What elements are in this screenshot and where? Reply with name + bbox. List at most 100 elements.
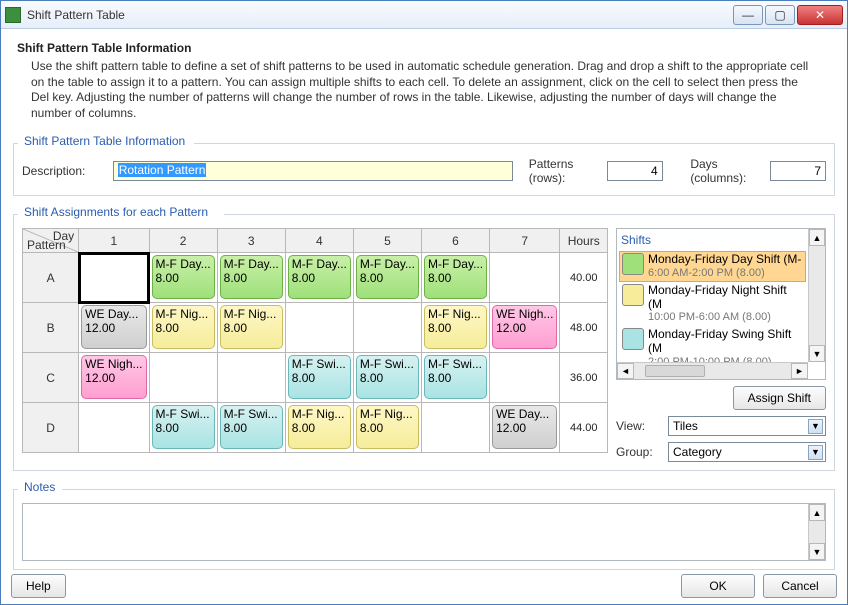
ok-button[interactable]: OK bbox=[681, 574, 755, 598]
shift-list-item[interactable]: Monday-Friday Night Shift (M10:00 PM-6:0… bbox=[619, 282, 806, 326]
grid-cell[interactable] bbox=[79, 253, 149, 303]
grid-cell[interactable]: M-F Day...8.00 bbox=[217, 253, 285, 303]
view-combobox[interactable]: Tiles ▼ bbox=[668, 416, 826, 436]
table-row: CWE Nigh...12.00M-F Swi...8.00M-F Swi...… bbox=[23, 353, 608, 403]
grid-cell[interactable] bbox=[285, 303, 353, 353]
help-button[interactable]: Help bbox=[11, 574, 66, 598]
window-title: Shift Pattern Table bbox=[27, 8, 733, 22]
grid-cell[interactable]: WE Nigh...12.00 bbox=[490, 303, 560, 353]
grid-cell[interactable]: M-F Day...8.00 bbox=[421, 253, 489, 303]
grid-cell[interactable]: M-F Nig...8.00 bbox=[353, 403, 421, 453]
shift-chip[interactable]: M-F Swi...8.00 bbox=[220, 405, 283, 449]
days-input[interactable] bbox=[770, 161, 826, 181]
close-icon: ✕ bbox=[815, 8, 825, 22]
shift-chip[interactable]: M-F Nig...8.00 bbox=[356, 405, 419, 449]
group-combobox[interactable]: Category ▼ bbox=[668, 442, 826, 462]
close-button[interactable]: ✕ bbox=[797, 5, 843, 25]
scroll-left-icon[interactable]: ◄ bbox=[617, 363, 634, 379]
grid-cell[interactable] bbox=[79, 403, 149, 453]
shift-chip[interactable]: WE Nigh...12.00 bbox=[492, 305, 557, 349]
grid-cell[interactable]: WE Nigh...12.00 bbox=[79, 353, 149, 403]
row-hours: 40.00 bbox=[560, 253, 608, 303]
grid-cell[interactable] bbox=[490, 353, 560, 403]
shifts-horizontal-scrollbar[interactable]: ◄ ► bbox=[617, 362, 808, 379]
app-icon bbox=[5, 7, 21, 23]
patterns-input[interactable] bbox=[607, 161, 663, 181]
grid-cell[interactable]: M-F Nig...8.00 bbox=[217, 303, 285, 353]
shift-chip[interactable]: M-F Day...8.00 bbox=[424, 255, 487, 299]
shift-chip[interactable]: WE Nigh...12.00 bbox=[81, 355, 146, 399]
scroll-thumb[interactable] bbox=[645, 365, 705, 377]
shift-chip[interactable]: M-F Day...8.00 bbox=[288, 255, 351, 299]
grid-cell[interactable]: M-F Swi...8.00 bbox=[217, 403, 285, 453]
shift-chip-hours: 12.00 bbox=[496, 321, 526, 335]
shift-list-item[interactable]: Monday-Friday Swing Shift (M2:00 PM-10:0… bbox=[619, 326, 806, 362]
scroll-up-icon[interactable]: ▲ bbox=[809, 504, 825, 521]
day-header: 4 bbox=[285, 229, 353, 253]
shift-chip-hours: 8.00 bbox=[360, 371, 383, 385]
description-label: Description: bbox=[22, 164, 105, 178]
shift-chip[interactable]: M-F Swi...8.00 bbox=[356, 355, 419, 399]
shift-chip[interactable]: M-F Day...8.00 bbox=[356, 255, 419, 299]
shift-chip-hours: 8.00 bbox=[360, 271, 383, 285]
grid-cell[interactable]: WE Day...12.00 bbox=[490, 403, 560, 453]
minimize-button[interactable]: — bbox=[733, 5, 763, 25]
notes-textarea[interactable]: ▲ ▼ bbox=[22, 503, 826, 561]
grid-cell[interactable] bbox=[490, 253, 560, 303]
shift-chip-hours: 12.00 bbox=[85, 321, 115, 335]
shift-chip[interactable]: M-F Swi...8.00 bbox=[288, 355, 351, 399]
grid-cell[interactable] bbox=[217, 353, 285, 403]
titlebar[interactable]: Shift Pattern Table — ▢ ✕ bbox=[1, 1, 847, 29]
shifts-vertical-scrollbar[interactable]: ▲ ▼ bbox=[808, 229, 825, 362]
corner-pattern-label: Pattern bbox=[27, 238, 66, 252]
chevron-down-icon: ▼ bbox=[808, 419, 823, 434]
grid-cell[interactable]: M-F Day...8.00 bbox=[285, 253, 353, 303]
shift-chip[interactable]: M-F Nig...8.00 bbox=[424, 305, 487, 349]
shift-chip-hours: 8.00 bbox=[428, 271, 451, 285]
grid-cell[interactable]: M-F Swi...8.00 bbox=[149, 403, 217, 453]
shift-chip[interactable]: M-F Day...8.00 bbox=[220, 255, 283, 299]
shift-chip-hours: 8.00 bbox=[224, 421, 247, 435]
shift-chip[interactable]: M-F Nig...8.00 bbox=[220, 305, 283, 349]
grid-cell[interactable]: M-F Nig...8.00 bbox=[421, 303, 489, 353]
assign-shift-button[interactable]: Assign Shift bbox=[733, 386, 826, 410]
scroll-up-icon[interactable]: ▲ bbox=[809, 229, 825, 246]
grid-cell[interactable]: M-F Swi...8.00 bbox=[421, 353, 489, 403]
shift-chip[interactable]: M-F Nig...8.00 bbox=[288, 405, 351, 449]
patterns-label: Patterns (rows): bbox=[529, 157, 599, 185]
grid-cell[interactable]: M-F Day...8.00 bbox=[353, 253, 421, 303]
shift-chip[interactable]: M-F Day...8.00 bbox=[152, 255, 215, 299]
pattern-row-header: D bbox=[23, 403, 79, 453]
grid-cell[interactable]: M-F Day...8.00 bbox=[149, 253, 217, 303]
days-label: Days (columns): bbox=[690, 157, 762, 185]
shift-chip[interactable]: M-F Swi...8.00 bbox=[424, 355, 487, 399]
grid-cell[interactable]: M-F Nig...8.00 bbox=[285, 403, 353, 453]
scroll-right-icon[interactable]: ► bbox=[791, 363, 808, 379]
shift-item-time: 6:00 AM-2:00 PM (8.00) bbox=[648, 267, 801, 280]
shift-chip-hours: 8.00 bbox=[360, 421, 383, 435]
cancel-button[interactable]: Cancel bbox=[763, 574, 837, 598]
notes-vertical-scrollbar[interactable]: ▲ ▼ bbox=[808, 504, 825, 560]
grid-cell[interactable] bbox=[149, 353, 217, 403]
shift-chip[interactable]: WE Day...12.00 bbox=[81, 305, 146, 349]
hours-header: Hours bbox=[560, 229, 608, 253]
pattern-grid[interactable]: Day Pattern 1 2 3 4 5 6 7 Hours bbox=[22, 228, 608, 453]
shift-chip[interactable]: WE Day...12.00 bbox=[492, 405, 557, 449]
row-hours: 48.00 bbox=[560, 303, 608, 353]
shifts-listbox[interactable]: Shifts Monday-Friday Day Shift (M-6:00 A… bbox=[616, 228, 826, 380]
grid-cell[interactable]: WE Day...12.00 bbox=[79, 303, 149, 353]
scroll-down-icon[interactable]: ▼ bbox=[809, 543, 825, 560]
grid-cell[interactable]: M-F Swi...8.00 bbox=[353, 353, 421, 403]
scroll-down-icon[interactable]: ▼ bbox=[809, 345, 825, 362]
grid-cell[interactable] bbox=[421, 403, 489, 453]
shift-chip[interactable]: M-F Nig...8.00 bbox=[152, 305, 215, 349]
description-input[interactable]: Rotation Pattern bbox=[113, 161, 513, 181]
shift-list-item[interactable]: Monday-Friday Day Shift (M-6:00 AM-2:00 … bbox=[619, 251, 806, 281]
shift-item-name: Monday-Friday Day Shift (M- bbox=[648, 253, 801, 267]
grid-cell[interactable]: M-F Swi...8.00 bbox=[285, 353, 353, 403]
grid-cell[interactable] bbox=[353, 303, 421, 353]
shift-chip[interactable]: M-F Swi...8.00 bbox=[152, 405, 215, 449]
shift-item-time: 10:00 PM-6:00 AM (8.00) bbox=[648, 311, 803, 324]
grid-cell[interactable]: M-F Nig...8.00 bbox=[149, 303, 217, 353]
maximize-button[interactable]: ▢ bbox=[765, 5, 795, 25]
